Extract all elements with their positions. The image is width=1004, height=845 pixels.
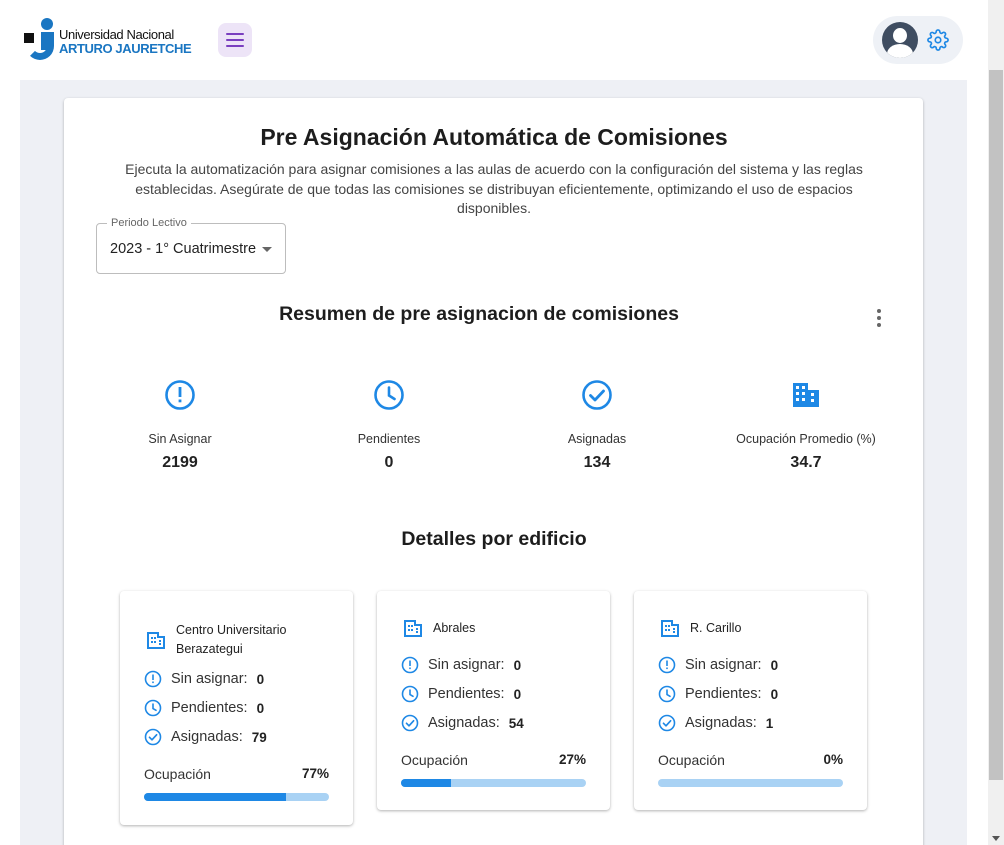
dropdown-arrow-icon: [262, 247, 272, 252]
occupancy-progress-fill: [401, 779, 451, 787]
gear-icon[interactable]: [927, 29, 949, 51]
row-label: Asignadas:: [685, 715, 757, 731]
row-label: Asignadas:: [171, 729, 243, 745]
row-value: 79: [251, 729, 267, 745]
occupancy-progress-bar: [144, 793, 329, 801]
scrollbar-thumb[interactable]: [989, 70, 1003, 780]
building-icon: [404, 620, 422, 637]
menu-button[interactable]: [218, 23, 252, 57]
clock-icon: [401, 685, 419, 703]
stat-value: 2199: [162, 454, 198, 471]
top-bar: Universidad Nacional ARTURO JAURETCHE: [0, 0, 988, 80]
user-menu[interactable]: [873, 16, 963, 64]
occupancy-progress-bar: [658, 779, 843, 787]
building-name: Abrales: [433, 620, 476, 635]
page-scrollbar[interactable]: [988, 0, 1004, 845]
stat-asignadas: Asignadas 134: [497, 378, 697, 472]
row-value: 0: [256, 671, 265, 687]
stat-value: 134: [583, 454, 611, 471]
logo-line-1: Universidad Nacional: [59, 27, 174, 42]
page-title: Pre Asignación Automática de Comisiones: [260, 124, 728, 150]
row-label: Sin asignar:: [428, 657, 505, 673]
hamburger-icon: [226, 33, 244, 35]
stat-pendientes: Pendientes 0: [289, 378, 489, 472]
row-label: Pendientes:: [171, 700, 248, 716]
occupancy-label: Ocupación: [658, 752, 725, 768]
building-card-centro-universitario[interactable]: Centro Universitario Berazategui Sin asig…: [120, 591, 353, 825]
building-card-r-carillo[interactable]: R. Carillo Sin asignar: 0 Pendientes: 0 As…: [634, 591, 867, 810]
row-label: Sin asignar:: [171, 671, 248, 687]
stat-value: 0: [384, 454, 394, 471]
logo-mark-icon: [24, 18, 56, 62]
stat-label: Pendientes: [357, 432, 421, 446]
occupancy-progress-bar: [401, 779, 586, 787]
row-label: Asignadas:: [428, 715, 500, 731]
check-circle-icon: [144, 728, 162, 746]
stat-value: 34.7: [790, 454, 822, 471]
row-value: 0: [513, 657, 522, 673]
kebab-icon: [877, 309, 881, 313]
occupancy-percent: 0%: [823, 752, 843, 767]
building-icon: [147, 632, 165, 649]
occupancy-progress-fill: [144, 793, 287, 801]
building-name: R. Carillo: [690, 620, 742, 635]
row-value: 0: [256, 700, 265, 716]
building-name-line-2: Berazategui: [176, 642, 243, 656]
avatar[interactable]: [882, 22, 918, 58]
check-circle-icon: [582, 380, 612, 410]
stat-label: Sin Asignar: [148, 432, 212, 446]
clock-icon: [658, 685, 676, 703]
row-label: Sin asignar:: [685, 657, 762, 673]
logo-line-2: ARTURO JAURETCHE: [59, 41, 192, 56]
period-select-label: Periodo Lectivo: [107, 217, 191, 229]
summary-title: Resumen de pre asignacion de comisiones: [279, 303, 679, 325]
row-label: Pendientes:: [685, 686, 762, 702]
clock-icon: [374, 380, 404, 410]
period-select-value: 2023 - 1° Cuatrimestre: [110, 241, 257, 257]
row-label: Pendientes:: [428, 686, 505, 702]
row-value: 0: [770, 657, 779, 673]
check-circle-icon: [401, 714, 419, 732]
check-circle-icon: [658, 714, 676, 732]
more-options-button[interactable]: [870, 307, 888, 329]
clock-icon: [144, 699, 162, 717]
stat-ocupacion-promedio: Ocupación Promedio (%) 34.7: [706, 378, 906, 472]
stat-label: Ocupación Promedio (%): [736, 432, 876, 446]
occupancy-percent: 77%: [301, 766, 329, 781]
page-description: Ejecuta la automatización para asignar c…: [125, 161, 863, 216]
building-icon: [793, 383, 819, 407]
building-card-abrales[interactable]: Abrales Sin asignar: 0 Pendientes: 0 Asign…: [377, 591, 610, 810]
scroll-down-arrow-icon[interactable]: [992, 836, 1000, 841]
exclamation-icon: [165, 380, 195, 410]
exclamation-icon: [144, 670, 162, 688]
stat-label: Asignadas: [567, 432, 627, 446]
row-value: 1: [765, 715, 774, 731]
row-value: 54: [508, 715, 524, 731]
details-title: Detalles por edificio: [401, 528, 587, 550]
row-value: 0: [513, 686, 522, 702]
building-icon: [661, 620, 679, 637]
exclamation-icon: [401, 656, 419, 674]
university-logo[interactable]: Universidad Nacional ARTURO JAURETCHE: [24, 18, 192, 62]
building-name: Centro Universitario: [176, 623, 287, 637]
row-value: 0: [770, 686, 779, 702]
exclamation-icon: [658, 656, 676, 674]
occupancy-label: Ocupación: [144, 766, 211, 782]
occupancy-percent: 27%: [558, 752, 586, 767]
stat-sin-asignar: Sin Asignar 2199: [80, 378, 280, 472]
occupancy-label: Ocupación: [401, 752, 468, 768]
period-select[interactable]: Periodo Lectivo 2023 - 1° Cuatrimestre: [96, 217, 286, 274]
